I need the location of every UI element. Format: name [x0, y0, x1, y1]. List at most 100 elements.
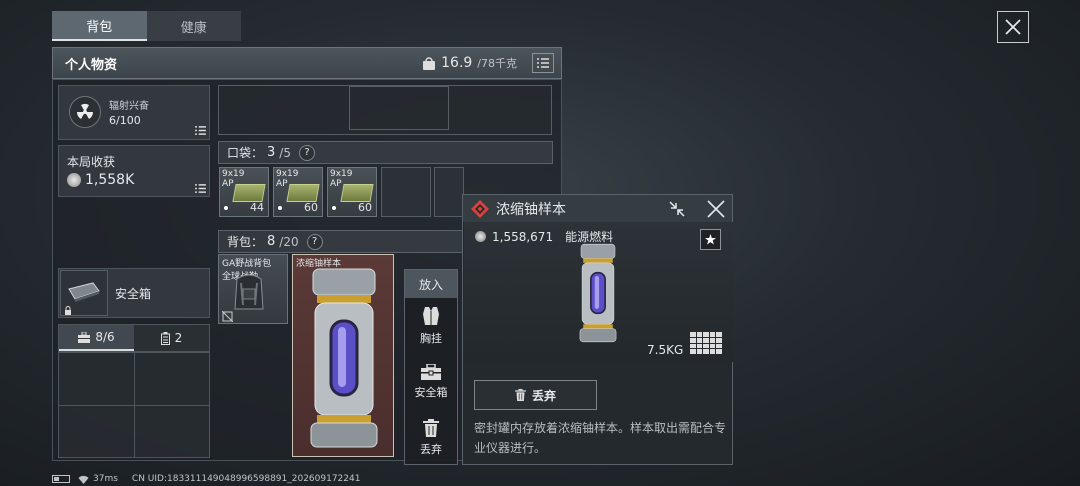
star-icon [705, 234, 716, 245]
detail-header: 浓缩铀样本 [463, 195, 732, 222]
menu-item-label: 丢弃 [420, 443, 442, 456]
close-icon [1005, 19, 1021, 35]
subtab-battery[interactable]: 2 [134, 325, 209, 351]
weight-icon [423, 56, 436, 70]
harvest-value: 1,558K [85, 172, 135, 188]
ammo-marker [332, 206, 336, 210]
list-icon [195, 126, 206, 135]
safe-box-icon [421, 364, 441, 380]
subtab-toolbox[interactable]: 8/6 [59, 325, 134, 351]
menu-item-label: 安全箱 [414, 386, 448, 399]
ammo-item[interactable]: 9x19 AP 60 [273, 167, 323, 217]
harvest-label: 本局收获 [67, 155, 116, 169]
backpack-label: 背包： [227, 235, 264, 249]
item-description: 密封罐内存放着浓缩铀样本。样本取出需配合专业仪器进行。 [474, 421, 727, 455]
ammo-box-icon [286, 184, 320, 202]
toolbox-icon [78, 331, 91, 343]
menu-item-chest-rig[interactable]: 胸挂 [405, 298, 457, 354]
equipment-slot[interactable] [349, 86, 449, 130]
harvest-card[interactable]: 本局收获 1,558K [58, 145, 210, 197]
uranium-canister-icon [579, 243, 617, 343]
pocket-bar: 口袋： 3/5 ? [218, 141, 553, 164]
inventory-title: 个人物资 [65, 57, 118, 73]
ammo-item[interactable]: 9x19 AP 44 [219, 167, 269, 217]
ammo-box-icon [340, 184, 374, 202]
uranium-sample-item[interactable]: 浓缩铀样本 [292, 254, 394, 457]
uranium-canister-icon [310, 268, 378, 448]
ammo-caliber: 9x19 [276, 169, 299, 179]
radiation-icon [69, 96, 101, 128]
close-icon[interactable] [707, 200, 725, 218]
tab-backpack[interactable]: 背包 [52, 11, 147, 41]
radiation-label: 辐射兴奋 [109, 101, 149, 112]
status-bar: 37ms CN UID:18331114904899659889​1_20260… [52, 472, 360, 486]
backpack-max: /20 [279, 234, 299, 249]
backpack-count: 8 [267, 234, 276, 249]
put-in-menu-title: 放入 [405, 270, 457, 298]
discard-button[interactable]: 丢弃 [474, 380, 597, 410]
container-grid [58, 352, 210, 458]
ammo-item[interactable]: 9x19 AP 60 [327, 167, 377, 217]
detail-weight: 7.5KG [647, 343, 684, 357]
collapse-icon[interactable] [668, 200, 686, 218]
pocket-empty-slot[interactable] [434, 167, 464, 217]
coin-icon [67, 173, 81, 187]
item-name-line1: GA野战背包 [222, 259, 272, 269]
wifi-icon [78, 475, 89, 484]
no-drop-icon [222, 311, 233, 322]
backpack-help-button[interactable]: ? [306, 233, 323, 250]
favorite-button[interactable] [700, 229, 721, 250]
battery-icon [160, 331, 170, 345]
weight-current: 16.9 [441, 55, 473, 71]
menu-item-safe-box[interactable]: 安全箱 [405, 354, 457, 410]
list-icon [195, 184, 206, 193]
equipment-slot-row [218, 85, 552, 135]
ammo-marker [224, 206, 228, 210]
close-button[interactable] [997, 11, 1029, 43]
field-backpack-item[interactable]: GA野战背包 全球战勤 [218, 254, 288, 324]
subtab-battery-label: 2 [174, 331, 183, 345]
ammo-count: 44 [250, 201, 264, 214]
radiation-card[interactable]: 辐射兴奋 6/100 [58, 85, 210, 140]
safe-box-card[interactable]: 安全箱 [58, 268, 210, 318]
size-grid-icon [690, 332, 722, 354]
tab-health[interactable]: 健康 [147, 11, 242, 41]
ammo-count: 60 [358, 201, 372, 214]
detail-image-area: 1,558,671 能源燃料 7.5KG [464, 222, 733, 362]
pocket-count: 3 [267, 145, 276, 160]
ammo-marker [278, 206, 282, 210]
pocket-max: /5 [279, 145, 291, 160]
radiation-value: 6/100 [109, 114, 141, 127]
user-uid: CN UID:18331114904899659889​1_2026091722… [131, 474, 361, 484]
pocket-label: 口袋： [227, 146, 264, 160]
ammo-box-icon [232, 184, 266, 202]
backpack-icon [234, 274, 264, 310]
top-tab-bar: 背包 健康 [52, 11, 241, 41]
ping-value: 37ms [93, 474, 118, 484]
ammo-caliber: 9x19 [330, 169, 353, 179]
detail-price: 1,558,671 [492, 229, 554, 244]
sort-list-button[interactable] [532, 53, 554, 73]
inventory-header: 个人物资 16.9/78千克 [52, 47, 562, 79]
pocket-help-button[interactable]: ? [298, 144, 315, 161]
safe-box-label: 安全箱 [115, 287, 152, 301]
menu-item-discard[interactable]: 丢弃 [405, 410, 457, 466]
discard-label: 丢弃 [531, 388, 556, 403]
trash-icon [423, 419, 439, 437]
container-subtabs: 8/6 2 [58, 324, 210, 352]
pocket-empty-slot[interactable] [381, 167, 431, 217]
coin-icon [475, 231, 486, 242]
lock-icon [65, 306, 71, 315]
subtab-toolbox-label: 8/6 [95, 330, 115, 344]
put-in-menu: 放入 胸挂 安全箱 丢弃 [404, 269, 458, 465]
battery-status-icon [52, 475, 70, 483]
backpack-bar: 背包： 8/20 ? [218, 230, 463, 253]
harvest-value-row: 1,558K [67, 172, 134, 188]
ammo-count: 60 [304, 201, 318, 214]
safe-box-slot [60, 270, 108, 316]
detail-item-name: 浓缩铀样本 [496, 201, 566, 218]
list-icon [537, 58, 549, 68]
ammo-caliber: 9x19 [222, 169, 245, 179]
vest-icon [423, 307, 439, 325]
menu-item-label: 胸挂 [420, 332, 442, 345]
